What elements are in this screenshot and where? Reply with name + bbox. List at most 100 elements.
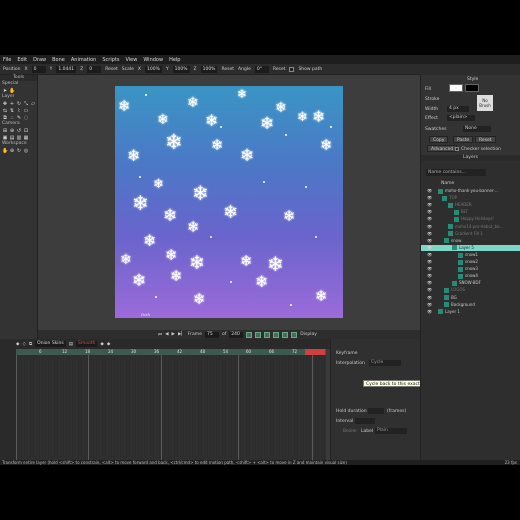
camera-roll-icon[interactable]: ▥ [16, 135, 22, 141]
menu-bone[interactable]: Bone [52, 57, 65, 63]
timeline-sequencer-icon[interactable]: ▤ [69, 342, 73, 347]
visibility-eye-icon[interactable]: 👁 [427, 224, 432, 230]
layer-row[interactable]: 👁 snow [421, 238, 520, 244]
brush-button[interactable]: No Brush [477, 95, 493, 111]
effect-select[interactable]: <plain> [447, 115, 475, 121]
layer-row[interactable]: 👁 Background [421, 302, 520, 308]
flip-horizontal-icon[interactable]: ⇆ [2, 108, 8, 114]
visibility-eye-icon[interactable]: 👁 [427, 188, 432, 194]
layer-row[interactable]: 👁 snow2 [421, 259, 520, 265]
visibility-eye-icon[interactable]: 👁 [427, 280, 432, 286]
menu-window[interactable]: Window [143, 57, 163, 63]
menu-file[interactable]: File [3, 57, 11, 63]
menu-edit[interactable]: Edit [17, 57, 27, 63]
rotate-workspace-icon[interactable]: ↻ [16, 148, 22, 154]
layer-row[interactable]: 👁 snow4 [421, 273, 520, 279]
layer-row[interactable]: 👁 BG [421, 295, 520, 301]
display-quality-icon[interactable] [273, 331, 280, 338]
visibility-eye-icon[interactable]: 👁 [427, 273, 432, 279]
onion-skins-button[interactable]: Onion Skins [35, 341, 66, 347]
scale-y-field[interactable]: 100% [172, 65, 190, 73]
play-icon[interactable]: ▶ [172, 332, 175, 337]
visibility-eye-icon[interactable]: 👁 [427, 245, 432, 251]
camera-track-icon[interactable]: ▣ [2, 135, 8, 141]
roll-camera-icon[interactable]: ↺ [16, 128, 22, 134]
scale-layer-icon[interactable]: ⤡ [23, 101, 29, 107]
visibility-eye-icon[interactable]: 👁 [427, 309, 432, 315]
pan-tilt-icon[interactable]: ⊡ [23, 128, 29, 134]
orbit-workspace-icon[interactable]: ◎ [23, 148, 29, 154]
artwork-canvas[interactable]: ❄ ❄ ❄ ❄ ❄ ❄ ❄ ❄ ❄ ❄ ❄ ❄ ❄ ❄ ❄ ❄ ❄ ❄ ❄ ❄ … [115, 86, 343, 318]
timeline-key-icon[interactable]: ◆ [100, 342, 103, 347]
perspective-icon[interactable]: ▭ [23, 108, 29, 114]
flip-vertical-icon[interactable]: ⇅ [9, 108, 15, 114]
layer-row[interactable]: 👁 Happy Holidays! [421, 216, 520, 223]
camera-zoom-icon[interactable]: ▤ [9, 135, 15, 141]
display-quality-icon[interactable] [246, 331, 253, 338]
show-path-checkbox[interactable] [289, 66, 295, 72]
interpolation-select[interactable]: Cycle [369, 360, 401, 366]
menu-view[interactable]: View [125, 57, 137, 63]
zoom-camera-icon[interactable]: ⊕ [9, 128, 15, 134]
layer-row[interactable]: 👁 snow1 [421, 252, 520, 258]
layer-row[interactable]: 👁 moho-thank-you-banner-… [421, 188, 520, 194]
particle-icon[interactable]: ∴ [9, 115, 15, 121]
timeline-keyframe-icon[interactable]: ◆ [16, 342, 19, 347]
visibility-eye-icon[interactable]: 👁 [427, 259, 432, 265]
hand-tool-icon[interactable]: ✋ [9, 88, 15, 94]
canvas-viewport[interactable]: ❄ ❄ ❄ ❄ ❄ ❄ ❄ ❄ ❄ ❄ ❄ ❄ ❄ ❄ ❄ ❄ ❄ ❄ ❄ ❄ … [38, 75, 420, 330]
position-x-field[interactable]: 0 [31, 65, 46, 73]
position-z-field[interactable]: 0 [87, 65, 102, 73]
layer-row[interactable]: 👁 Layer 5 [421, 244, 520, 252]
shear-layer-icon[interactable]: ▱ [30, 101, 36, 107]
track-camera-icon[interactable]: ⊞ [2, 128, 8, 134]
scale-z-field[interactable]: 100% [200, 65, 218, 73]
menu-scripts[interactable]: Scripts [102, 57, 119, 63]
stroke-color-swatch[interactable] [465, 84, 479, 92]
reset-button[interactable]: Reset [475, 136, 496, 143]
next-frame-icon[interactable]: ▶▏ [178, 332, 185, 337]
layer-filter-input[interactable]: Name contains... [426, 169, 486, 176]
advanced-button[interactable]: Advanced [427, 145, 458, 152]
previous-frame-icon[interactable]: ◀ [165, 332, 168, 337]
timeline-tracks[interactable] [16, 355, 326, 460]
layer-row[interactable]: 👁 Gradient Fill 1 [421, 231, 520, 237]
hold-duration-field[interactable] [368, 408, 384, 414]
visibility-eye-icon[interactable]: 👁 [427, 202, 432, 208]
camera-pan-icon[interactable]: ▦ [23, 135, 29, 141]
display-quality-icon[interactable] [264, 331, 271, 338]
visibility-eye-icon[interactable]: 👁 [427, 195, 432, 201]
blur-icon[interactable]: ◌ [23, 115, 29, 121]
label-select[interactable]: Plain [375, 428, 407, 434]
timeline-add-key-icon[interactable]: ◇ [22, 342, 25, 347]
display-menu-button[interactable]: Display [300, 332, 317, 337]
eyedropper-icon[interactable]: ✎ [16, 115, 22, 121]
zoom-workspace-icon[interactable]: ⊕ [9, 148, 15, 154]
pan-workspace-icon[interactable]: ✋ [2, 148, 8, 154]
frame-field[interactable]: 75 [204, 331, 219, 338]
timeline-key-icon[interactable]: ◆ [107, 342, 110, 347]
position-y-field[interactable]: 1.0441 [56, 65, 77, 73]
layer-row[interactable]: 👁 LOGOS [421, 287, 520, 294]
visibility-eye-icon[interactable]: 👁 [427, 302, 432, 308]
set-origin-icon[interactable]: + [9, 101, 15, 107]
layer-row[interactable]: 👁 TOP [421, 195, 520, 201]
layer-row[interactable]: 👁 Layer 1 [421, 309, 520, 315]
pointer-tool-icon[interactable]: ➤ [2, 88, 8, 94]
paste-button[interactable]: Paste [453, 136, 474, 143]
display-quality-icon[interactable] [291, 331, 298, 338]
total-frames-field[interactable]: 240 [229, 331, 244, 338]
layer-row[interactable]: 👁 moho14-pro-debut_ba… [421, 224, 520, 230]
first-frame-icon[interactable]: ⏮ [158, 332, 162, 338]
fill-color-swatch[interactable] [449, 84, 463, 92]
width-field[interactable]: 4 px [447, 106, 469, 112]
visibility-eye-icon[interactable]: 👁 [427, 266, 432, 272]
visibility-eye-icon[interactable]: 👁 [427, 238, 432, 244]
reset-position-button[interactable]: Reset [105, 67, 118, 72]
interpolation-dropdown[interactable]: Smooth [76, 341, 98, 347]
rotate-layer-icon[interactable]: ↻ [16, 101, 22, 107]
transform-layer-icon[interactable]: ✥ [2, 101, 8, 107]
reset-scale-button[interactable]: Reset [221, 67, 234, 72]
visibility-eye-icon[interactable]: 👁 [427, 209, 432, 215]
swatches-select[interactable]: None [463, 126, 491, 132]
